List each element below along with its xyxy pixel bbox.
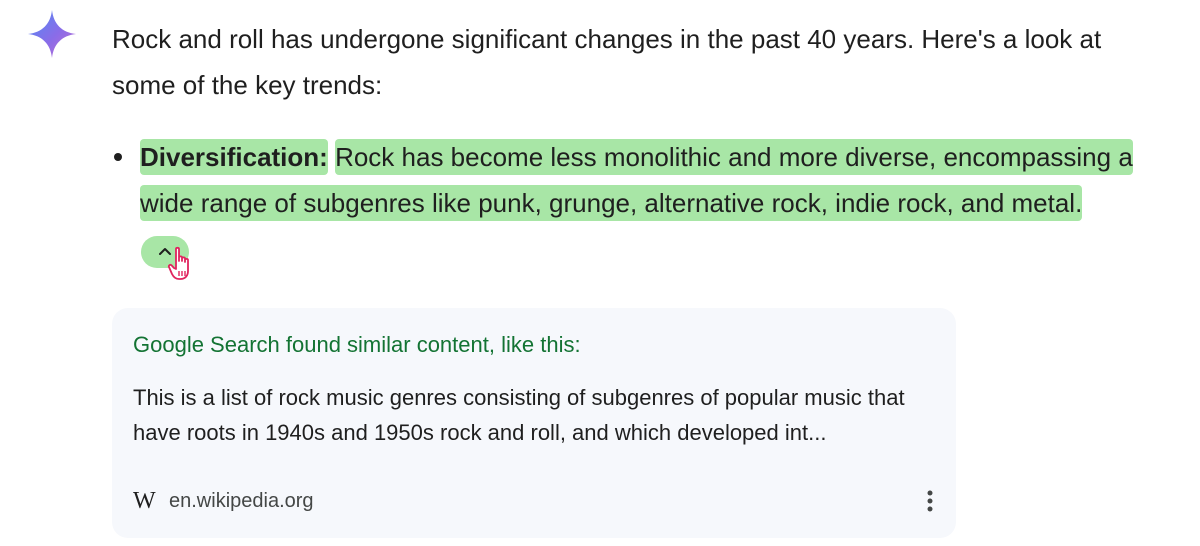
source-domain: en.wikipedia.org bbox=[169, 489, 314, 512]
similar-content-card: Google Search found similar content, lik… bbox=[112, 308, 956, 538]
more-vert-icon bbox=[927, 490, 933, 512]
more-options-button[interactable] bbox=[918, 484, 942, 518]
wikipedia-icon: W bbox=[133, 488, 156, 514]
response-intro: Rock and roll has undergone significant … bbox=[112, 24, 1102, 100]
trend-list: Diversification: Rock has become less mo… bbox=[112, 134, 1172, 226]
bullet-term: Diversification: bbox=[140, 139, 328, 175]
card-heading: Google Search found similar content, lik… bbox=[133, 332, 581, 357]
chevron-up-icon bbox=[159, 248, 171, 255]
list-item: Diversification: Rock has become less mo… bbox=[112, 134, 1172, 226]
card-snippet: This is a list of rock music genres cons… bbox=[133, 385, 905, 445]
gemini-sparkle-icon bbox=[26, 8, 78, 60]
bullet-dot bbox=[114, 153, 122, 161]
collapse-source-button[interactable] bbox=[141, 236, 189, 268]
source-link[interactable]: W en.wikipedia.org bbox=[133, 484, 314, 518]
